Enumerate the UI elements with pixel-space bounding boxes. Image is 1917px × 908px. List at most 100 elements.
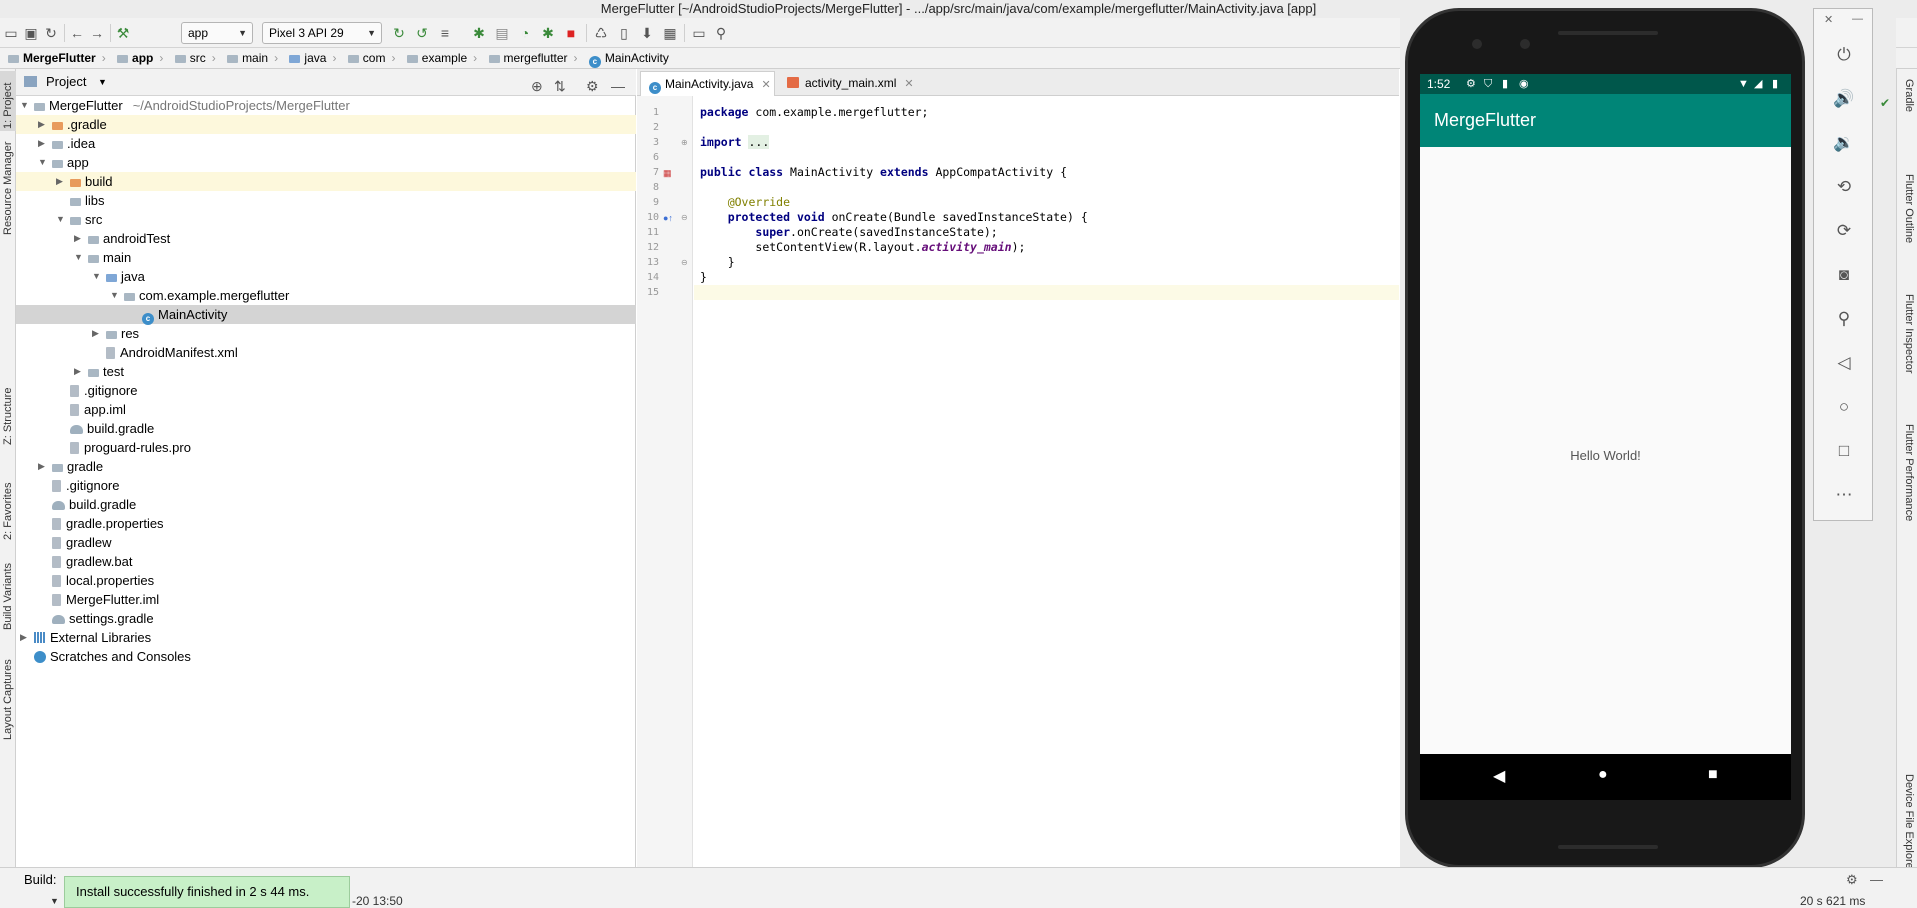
tree-item[interactable]: build.gradle	[16, 495, 636, 514]
avd-manager-icon[interactable]: ▯	[615, 24, 633, 42]
breadcrumb-item[interactable]: com	[347, 48, 385, 68]
debug-icon[interactable]: ✱	[470, 24, 488, 42]
tree-item[interactable]: c MainActivity	[16, 305, 636, 325]
terminal-icon[interactable]: ▭	[690, 24, 708, 42]
gear-icon[interactable]: ⚙	[1846, 872, 1858, 888]
project-view-select[interactable]: Project	[46, 69, 86, 95]
breadcrumb-item[interactable]: main	[227, 48, 268, 68]
rotate-left-icon[interactable]: ⟲	[1832, 175, 1856, 199]
tree-item[interactable]: ▶ res	[16, 324, 636, 343]
hide-panel-icon[interactable]: —	[1870, 872, 1883, 887]
tree-item[interactable]: ▶ .gradle	[16, 115, 636, 134]
run-config-select[interactable]: app ▼	[181, 22, 253, 44]
tree-item[interactable]: ▼ MergeFlutter ~/AndroidStudioProjects/Mer…	[16, 96, 636, 115]
close-icon[interactable]: ✕	[904, 78, 913, 90]
fold-icon[interactable]: ⊖	[681, 258, 688, 267]
minimize-icon[interactable]: —	[1852, 13, 1863, 25]
open-icon[interactable]: ▭	[2, 24, 20, 42]
tree-item[interactable]: ▶ External Libraries	[16, 628, 636, 647]
tab-layout-captures[interactable]: Layout Captures	[0, 644, 16, 744]
search-icon[interactable]: ⚲	[712, 24, 730, 42]
tree-item[interactable]: build.gradle	[16, 419, 636, 438]
overview-icon[interactable]: □	[1832, 439, 1856, 463]
sdk-manager-icon[interactable]: ⬇	[638, 24, 656, 42]
tab-mainactivity-java[interactable]: c MainActivity.java ✕	[640, 71, 775, 96]
chevron-down-icon[interactable]: ▼	[110, 286, 120, 305]
nav-back-icon[interactable]: ◀	[1493, 766, 1505, 786]
layout-inspector-icon[interactable]: ▦	[661, 24, 679, 42]
chevron-down-icon[interactable]: ▼	[74, 248, 84, 267]
build-label[interactable]: Build:	[24, 872, 57, 887]
chevron-right-icon[interactable]: ▶	[74, 229, 84, 248]
chevron-down-icon[interactable]: ▼	[92, 267, 102, 286]
close-icon[interactable]: ✕	[761, 79, 770, 91]
tree-item[interactable]: AndroidManifest.xml	[16, 343, 636, 362]
code-area[interactable]: package com.example.mergeflutter; import…	[694, 96, 1399, 867]
breadcrumb-item[interactable]: c MainActivity	[588, 48, 669, 68]
device-select[interactable]: Pixel 3 API 29 ▼	[262, 22, 382, 44]
chevron-right-icon[interactable]: ▶	[38, 134, 48, 153]
tree-item[interactable]: libs	[16, 191, 636, 210]
tab-flutter-outline[interactable]: Flutter Outline	[1901, 174, 1917, 274]
breadcrumb-item[interactable]: MergeFlutter	[8, 48, 96, 68]
tab-favorites[interactable]: 2: Favorites	[0, 464, 16, 544]
make-project-icon[interactable]: ⚒	[114, 24, 132, 42]
tab-resource-manager[interactable]: Resource Manager	[0, 139, 16, 239]
tab-flutter-inspector[interactable]: Flutter Inspector	[1901, 294, 1917, 404]
tree-item[interactable]: ▼ java	[16, 267, 636, 286]
fold-icon[interactable]: ⊕	[681, 138, 688, 147]
tree-item[interactable]: ▼ com.example.mergeflutter	[16, 286, 636, 305]
tree-item[interactable]: ▶ build	[16, 172, 636, 191]
chevron-down-icon[interactable]: ▼	[56, 210, 66, 229]
tree-item[interactable]: ▶ .idea	[16, 134, 636, 153]
camera-icon[interactable]: ◙	[1832, 263, 1856, 287]
tree-item[interactable]: MergeFlutter.iml	[16, 590, 636, 609]
home-icon[interactable]: ○	[1832, 395, 1856, 419]
sync-gradle-icon[interactable]: ♺	[592, 24, 610, 42]
volume-up-icon[interactable]: 🔊	[1832, 87, 1856, 111]
chevron-down-icon[interactable]: ▼	[98, 69, 107, 95]
activity-gutter-icon[interactable]: ▦	[663, 168, 672, 179]
breadcrumb-item[interactable]: src	[174, 48, 206, 68]
tree-item[interactable]: settings.gradle	[16, 609, 636, 628]
fold-icon[interactable]: ⊖	[681, 213, 688, 222]
breadcrumb-item[interactable]: example	[406, 48, 467, 68]
rotate-right-icon[interactable]: ⟳	[1832, 219, 1856, 243]
chevron-right-icon[interactable]: ▶	[38, 457, 48, 476]
back-nav-icon[interactable]: ←	[68, 24, 86, 42]
volume-down-icon[interactable]: 🔉	[1832, 131, 1856, 155]
override-gutter-icon[interactable]: ●↑	[663, 213, 673, 223]
nav-recents-icon[interactable]: ■	[1708, 766, 1718, 784]
more-icon[interactable]: ⋯	[1832, 483, 1856, 507]
stop-icon[interactable]: ■	[562, 24, 580, 42]
device-screen[interactable]: 1:52 ⚙ ⛉ ▮ ◉ ▼ ◢ ▮ MergeFlutter Hello Wo…	[1420, 74, 1791, 800]
folded-imports[interactable]: ...	[748, 135, 770, 149]
chevron-right-icon[interactable]: ▶	[38, 115, 48, 134]
apply-code-changes-icon[interactable]: ↺	[413, 24, 431, 42]
tab-structure[interactable]: Z: Structure	[0, 369, 16, 449]
tree-item[interactable]: app.iml	[16, 400, 636, 419]
save-icon[interactable]: ▣	[22, 24, 40, 42]
tree-item[interactable]: local.properties	[16, 571, 636, 590]
chevron-down-icon[interactable]: ▼	[20, 96, 30, 115]
tree-item[interactable]: ▶ androidTest	[16, 229, 636, 248]
close-icon[interactable]: ✕	[1824, 13, 1833, 26]
run-list-icon[interactable]: ≡	[436, 24, 454, 42]
tree-item[interactable]: gradlew	[16, 533, 636, 552]
zoom-icon[interactable]: ⚲	[1832, 307, 1856, 331]
breadcrumb-item[interactable]: mergeflutter	[488, 48, 568, 68]
tree-item[interactable]: ▼ src	[16, 210, 636, 229]
tree-item[interactable]: ▼ app	[16, 153, 636, 172]
chevron-down-icon[interactable]: ▼	[38, 153, 48, 172]
tree-item[interactable]: ▶ test	[16, 362, 636, 381]
chevron-down-icon[interactable]: ▼	[50, 893, 59, 908]
tab-build-variants[interactable]: Build Variants	[0, 554, 16, 634]
sync-icon[interactable]: ↻	[42, 24, 60, 42]
tab-project[interactable]: 1: Project	[0, 71, 16, 131]
tree-item[interactable]: .gitignore	[16, 476, 636, 495]
tab-gradle[interactable]: Gradle	[1901, 79, 1917, 139]
tree-item[interactable]: ▼ main	[16, 248, 636, 267]
nav-home-icon[interactable]: ●	[1598, 766, 1608, 784]
back-icon[interactable]: ◁	[1832, 351, 1856, 375]
chevron-right-icon[interactable]: ▶	[74, 362, 84, 381]
